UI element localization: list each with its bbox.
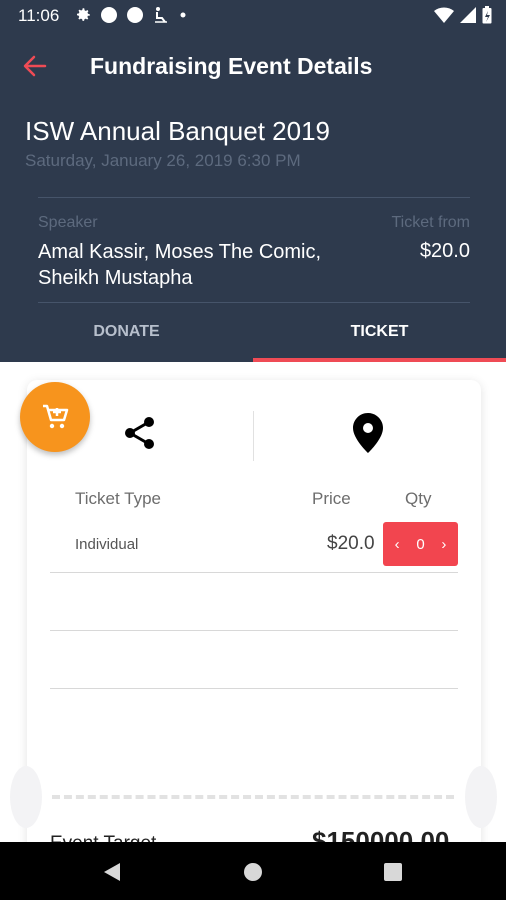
ticket-notch-right	[465, 766, 497, 828]
quantity-value: 0	[416, 535, 425, 553]
column-header-qty: Qty	[405, 489, 432, 508]
tab-donate[interactable]: DONATE	[0, 306, 253, 362]
ticket-row-price: $20.0	[327, 533, 375, 554]
status-bar: 11:06	[0, 0, 506, 32]
app-bar: Fundraising Event Details	[0, 40, 506, 92]
row-divider	[50, 630, 458, 631]
arrow-left-icon	[23, 55, 47, 77]
ticket-notch-left	[10, 766, 42, 828]
status-right-icons	[434, 6, 492, 24]
nav-back-button[interactable]	[100, 859, 126, 885]
ticket-from-value: $20.0	[419, 240, 470, 262]
column-header-ticket-type: Ticket Type	[75, 489, 161, 508]
ticket-from-label: Ticket from	[391, 214, 470, 231]
cart-fab[interactable]	[20, 382, 90, 452]
status-time: 11:06	[18, 6, 60, 25]
event-header: 11:06 Fundraising Event Details ISW Annu…	[0, 0, 506, 362]
battery-icon	[482, 6, 492, 24]
event-title: ISW Annual Banquet 2019	[25, 116, 331, 146]
increment-button[interactable]: ›	[435, 536, 453, 553]
header-divider	[38, 302, 470, 303]
ticket-perforation	[52, 795, 454, 799]
page-title: Fundraising Event Details	[90, 53, 373, 79]
ticket-card	[10, 380, 497, 900]
circle-icon	[127, 7, 143, 23]
back-button[interactable]	[20, 52, 50, 80]
tab-indicator	[253, 358, 506, 362]
speaker-label: Speaker	[38, 214, 98, 231]
system-nav-bar	[0, 842, 506, 900]
event-datetime: Saturday, January 26, 2019 6:30 PM	[25, 151, 301, 170]
column-header-price: Price	[312, 489, 351, 508]
nav-home-button[interactable]	[240, 859, 266, 885]
share-button[interactable]	[110, 408, 170, 458]
nav-recents-button[interactable]	[380, 859, 406, 885]
accessibility-icon	[155, 7, 167, 23]
decrement-button[interactable]: ‹	[388, 536, 406, 553]
circle-icon	[101, 7, 117, 23]
home-circle-icon	[244, 863, 262, 881]
quantity-stepper: ‹ 0 ›	[383, 522, 458, 566]
dot-icon	[180, 12, 186, 18]
back-triangle-icon	[104, 863, 120, 881]
recents-square-icon	[384, 863, 402, 881]
row-divider	[50, 688, 458, 689]
status-left-icons	[74, 6, 188, 24]
cell-signal-icon	[460, 7, 476, 23]
header-divider	[38, 197, 470, 198]
location-pin-icon	[353, 413, 383, 453]
speaker-value: Amal Kassir, Moses The Comic, Sheikh Mus…	[38, 241, 322, 289]
location-button[interactable]	[338, 408, 398, 458]
gear-icon	[77, 8, 90, 21]
tab-ticket[interactable]: TICKET	[253, 306, 506, 362]
action-separator	[253, 411, 254, 461]
add-to-cart-icon	[43, 404, 69, 429]
ticket-row-type: Individual	[75, 536, 139, 553]
wifi-icon	[434, 7, 454, 23]
share-icon	[125, 417, 154, 449]
row-divider	[50, 572, 458, 573]
